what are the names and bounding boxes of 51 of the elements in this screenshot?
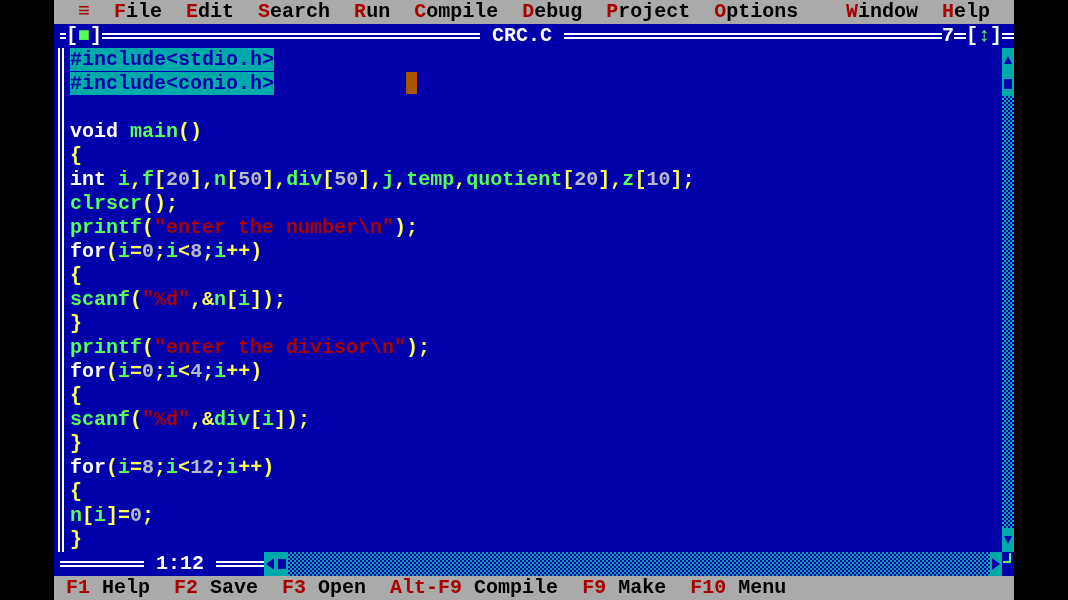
menu-item[interactable]: Help [929,0,1002,24]
cursor-position: 1:12 [155,552,205,576]
code-line: { [70,480,82,503]
code-line: for(i=8;i<12;i++) [70,456,275,479]
function-key-hint[interactable]: Alt-F9 Compile [390,576,559,600]
close-button[interactable]: [■] [66,24,103,48]
menu-item[interactable]: Window [833,0,930,24]
function-key-hint[interactable]: F10 Menu [690,576,787,600]
function-key-hint[interactable]: F3 Open [282,576,367,600]
code-line: for(i=0;i<4;i++) [70,360,263,383]
function-key-hint[interactable]: F9 Make [582,576,667,600]
scroll-up-icon[interactable] [1002,48,1014,72]
horizontal-scrollbar[interactable] [264,552,1002,576]
text-cursor [406,72,417,94]
code-line: printf("enter the number\n"); [70,216,419,239]
menu-item[interactable]: Edit [174,0,247,24]
menu-item[interactable]: Options [702,0,811,24]
border-line [1002,33,1014,39]
window-title: CRC.C [491,24,553,48]
code-line: printf("enter the divisor\n"); [70,336,431,359]
menu-item[interactable]: Debug [510,0,595,24]
code-line: void main() [70,120,203,143]
menu-item[interactable]: Compile [402,0,511,24]
window-number: 7 [941,24,954,48]
code-line: { [70,144,82,167]
scroll-right-icon[interactable] [990,552,1002,576]
function-key-hint[interactable]: F2 Save [174,576,259,600]
scroll-thumb[interactable] [276,552,288,576]
code-line: scanf("%d",&n[i]); [70,288,287,311]
code-line: n[i]=0; [70,504,155,527]
scroll-left-icon[interactable] [264,552,276,576]
vertical-scrollbar[interactable] [1002,48,1014,552]
code-line: for(i=0;i<8;i++) [70,240,263,263]
menu-item[interactable]: Project [594,0,703,24]
menu-item[interactable]: Run [342,0,403,24]
scroll-down-icon[interactable] [1002,528,1014,552]
border-line [953,33,966,39]
code-line: { [70,384,82,407]
border-line [60,33,66,39]
code-line: } [70,432,82,455]
menu-item[interactable]: Search [246,0,343,24]
code-line: { [70,264,82,287]
function-key-hint[interactable]: F1 Help [66,576,151,600]
scroll-thumb[interactable] [1002,72,1014,96]
zoom-button[interactable]: [↕] [965,24,1002,48]
code-line: } [70,528,82,551]
code-line: int i,f[20],n[50],div[50],j,temp,quotient[20],z[10]; [70,168,695,191]
menu-item[interactable]: File [102,0,175,24]
code-line: } [70,312,82,335]
code-line: scanf("%d",&div[i]); [70,408,311,431]
code-line: clrscr(); [70,192,179,215]
